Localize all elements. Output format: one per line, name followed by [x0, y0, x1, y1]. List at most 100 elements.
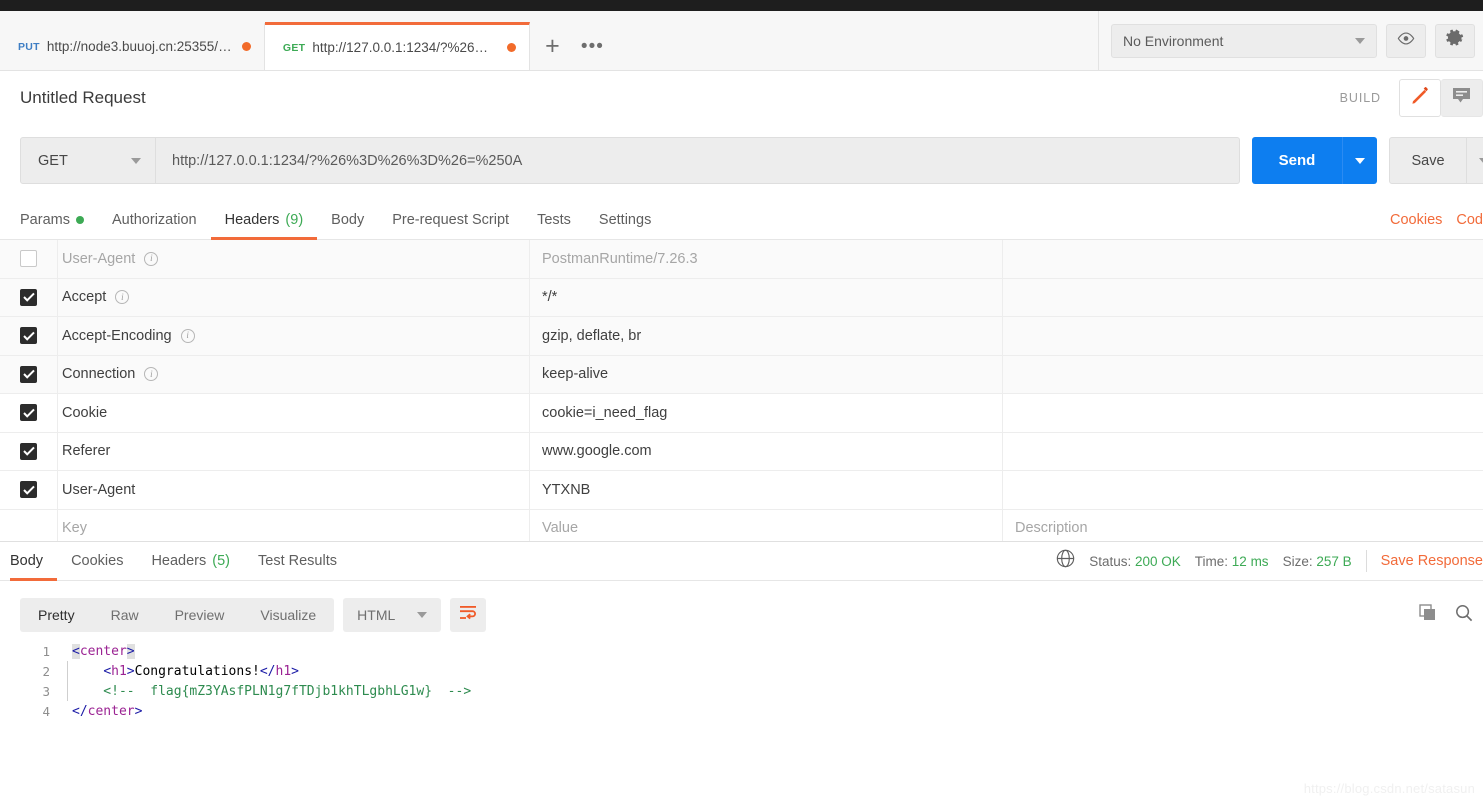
table-row[interactable]: Accept i */* [0, 278, 1483, 317]
info-icon[interactable]: i [144, 367, 159, 382]
request-title-actions: BUILD [1340, 79, 1483, 117]
table-row[interactable]: Connection i keep-alive [0, 355, 1483, 394]
view-mode-preview[interactable]: Preview [157, 598, 243, 632]
tab-headers[interactable]: Headers (9) [210, 200, 318, 240]
copy-button[interactable] [1419, 603, 1437, 627]
status-value: 200 OK [1135, 553, 1181, 569]
header-value-cell[interactable]: YTXNB [530, 471, 1003, 509]
response-body-code[interactable]: 1 <center> 2 <h1>Congratulations!</h1> 3… [0, 641, 1483, 761]
header-enabled-checkbox[interactable] [0, 471, 58, 509]
code-link[interactable]: Cod [1456, 212, 1483, 228]
save-response-button[interactable]: Save Response [1381, 553, 1483, 569]
info-icon[interactable]: i [180, 328, 195, 343]
header-enabled-checkbox[interactable] [0, 317, 58, 355]
header-description-cell[interactable] [1003, 471, 1483, 509]
new-tab-button[interactable]: + [530, 23, 574, 70]
header-key-cell[interactable]: Accept-Encoding i [58, 317, 530, 355]
header-key-cell[interactable]: User-Agent [58, 471, 530, 509]
header-key-cell[interactable]: User-Agent i [58, 240, 530, 278]
header-key-cell[interactable]: Accept i [58, 278, 530, 316]
http-method-select[interactable]: GET [20, 137, 156, 184]
request-url-input[interactable]: http://127.0.0.1:1234/?%26%3D%26%3D%26=%… [156, 137, 1240, 184]
edit-mode-button[interactable] [1399, 79, 1441, 117]
request-title-row: Untitled Request BUILD [0, 71, 1483, 125]
table-row[interactable]: Cookie cookie=i_need_flag [0, 394, 1483, 433]
tab-settings[interactable]: Settings [585, 200, 665, 239]
header-description-cell[interactable] [1003, 240, 1483, 278]
info-icon[interactable]: i [144, 251, 159, 266]
tab-body[interactable]: Body [317, 200, 378, 239]
checkbox-checked-icon [20, 288, 37, 306]
header-enabled-checkbox[interactable] [0, 278, 58, 316]
word-wrap-button[interactable] [450, 598, 487, 632]
tab-authorization[interactable]: Authorization [98, 200, 211, 239]
chevron-down-icon [1355, 37, 1365, 44]
view-mode-visualize[interactable]: Visualize [242, 598, 334, 632]
table-row[interactable]: User-Agent YTXNB [0, 471, 1483, 510]
send-button-group: Send [1252, 137, 1377, 184]
header-value-cell[interactable]: PostmanRuntime/7.26.3 [530, 240, 1003, 278]
send-button[interactable]: Send [1252, 137, 1342, 184]
info-icon[interactable]: i [115, 290, 130, 305]
header-description-cell[interactable] [1003, 394, 1483, 432]
tab-pre-request-script[interactable]: Pre-request Script [378, 200, 523, 239]
header-key-cell[interactable]: Cookie [58, 394, 530, 432]
environment-quick-look-button[interactable] [1386, 23, 1426, 58]
table-row[interactable]: Referer www.google.com [0, 432, 1483, 471]
save-options-button[interactable] [1467, 137, 1483, 184]
header-enabled-checkbox[interactable] [0, 394, 58, 432]
response-tab-body[interactable]: Body [10, 541, 58, 581]
header-value-cell[interactable]: keep-alive [530, 355, 1003, 393]
view-mode-raw[interactable]: Raw [93, 598, 157, 632]
header-value-input[interactable]: Value [530, 509, 1003, 541]
header-key-cell[interactable]: Connection i [58, 355, 530, 393]
header-key-label: Accept [62, 289, 107, 306]
cookies-link[interactable]: Cookies [1390, 212, 1442, 228]
comments-button[interactable] [1441, 79, 1483, 117]
header-key-label: User-Agent [62, 481, 136, 498]
fold-gutter [62, 661, 72, 681]
header-key-cell[interactable]: Referer [58, 432, 530, 470]
response-body-toolbar: Pretty Raw Preview Visualize HTML [0, 589, 1483, 641]
checkbox-checked-icon [20, 404, 37, 422]
header-description-cell[interactable] [1003, 279, 1483, 317]
status-badge: Status: 200 OK [1089, 554, 1181, 569]
table-row[interactable]: User-Agent i PostmanRuntime/7.26.3 [0, 240, 1483, 279]
header-description-cell[interactable] [1003, 433, 1483, 471]
tab-options-button[interactable]: ••• [574, 23, 610, 70]
response-tab-test-results[interactable]: Test Results [244, 541, 351, 580]
view-mode-pretty[interactable]: Pretty [20, 598, 93, 632]
header-value-cell[interactable]: www.google.com [530, 432, 1003, 470]
table-row[interactable]: Accept-Encoding i gzip, deflate, br [0, 317, 1483, 356]
globe-icon [1056, 549, 1075, 573]
response-tab-headers[interactable]: Headers (5) [137, 541, 244, 580]
postman-window: PUT http://node3.buuoj.cn:25355/h... GET… [0, 0, 1483, 806]
header-enabled-checkbox[interactable] [0, 355, 58, 393]
tab-tests[interactable]: Tests [523, 200, 585, 239]
header-value-label: cookie=i_need_flag [542, 404, 668, 421]
header-enabled-checkbox[interactable] [0, 432, 58, 470]
response-tab-cookies[interactable]: Cookies [57, 541, 137, 580]
header-key-input[interactable]: Key [58, 509, 530, 541]
header-value-cell[interactable]: */* [530, 278, 1003, 316]
header-enabled-checkbox-placeholder [0, 509, 58, 541]
tab-label: Body [10, 552, 44, 569]
request-tab-2[interactable]: GET http://127.0.0.1:1234/?%26%3D... [264, 22, 531, 70]
header-description-cell[interactable] [1003, 317, 1483, 355]
environment-select[interactable]: No Environment [1111, 23, 1377, 58]
response-format-select[interactable]: HTML [343, 598, 442, 632]
tab-url-label: http://node3.buuoj.cn:25355/h... [46, 39, 233, 54]
request-url-bar: GET http://127.0.0.1:1234/?%26%3D%26%3D%… [20, 137, 1483, 184]
request-tab-1[interactable]: PUT http://node3.buuoj.cn:25355/h... [0, 23, 265, 70]
settings-button[interactable] [1435, 23, 1475, 58]
header-enabled-checkbox[interactable] [0, 240, 58, 278]
tab-params[interactable]: Params [20, 200, 98, 239]
search-button[interactable] [1455, 604, 1473, 627]
table-row-new[interactable]: Key Value Description [0, 509, 1483, 542]
save-button[interactable]: Save [1389, 137, 1467, 184]
header-description-cell[interactable] [1003, 356, 1483, 394]
header-description-input[interactable]: Description [1003, 510, 1483, 542]
header-value-cell[interactable]: gzip, deflate, br [530, 317, 1003, 355]
header-value-cell[interactable]: cookie=i_need_flag [530, 394, 1003, 432]
send-options-button[interactable] [1342, 137, 1377, 184]
